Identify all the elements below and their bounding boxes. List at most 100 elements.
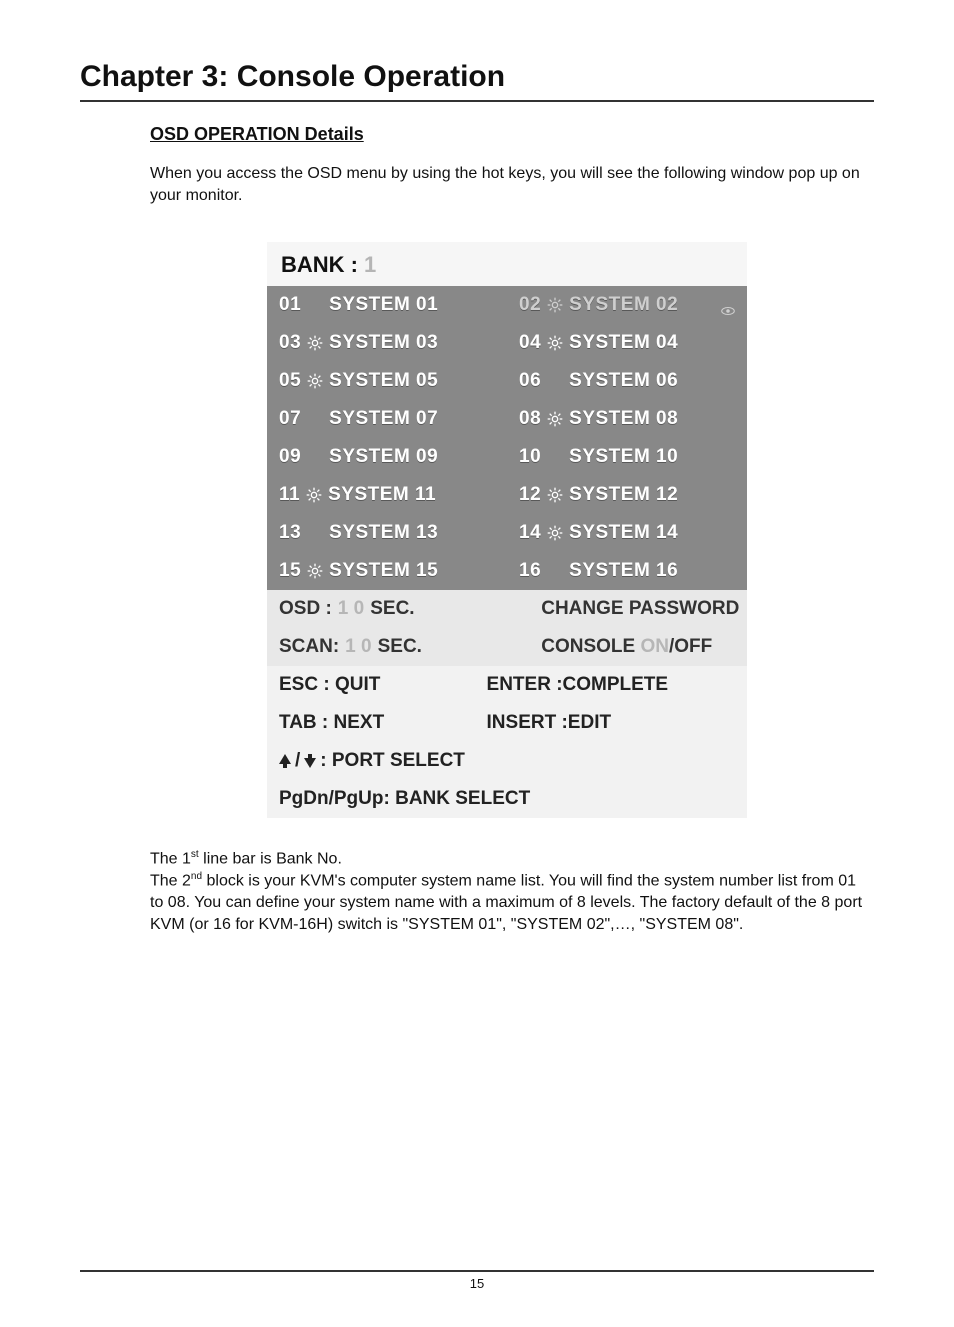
- help-esc: ESC : QUIT: [279, 674, 471, 696]
- icon-spacer: [307, 411, 323, 427]
- osd-suffix: SEC.: [370, 598, 414, 620]
- system-id: 03: [279, 332, 301, 354]
- system-id: 09: [279, 446, 301, 468]
- system-id: 06: [519, 370, 541, 392]
- system-item: 04 SYSTEM 04: [507, 324, 747, 362]
- page-number: 15: [80, 1276, 874, 1291]
- scan-suffix: SEC.: [378, 636, 422, 658]
- p2-sup: nd: [191, 871, 202, 882]
- sun-icon: [306, 487, 322, 503]
- settings-block: OSD : 1 0 SEC. CHANGE PASSWORD SCAN: 1 0…: [267, 590, 747, 666]
- system-item: 09 SYSTEM 09: [267, 438, 507, 476]
- system-id: 12: [519, 484, 541, 506]
- system-row: 03 SYSTEM 03 04 SYSTEM 04: [267, 324, 747, 362]
- system-name: SYSTEM 04: [569, 332, 735, 354]
- bank-label: BANK :: [281, 252, 358, 278]
- system-row: 13SYSTEM 1314SYSTEM 14: [267, 514, 747, 552]
- system-name: SYSTEM 11: [328, 484, 495, 506]
- system-row: 09 SYSTEM 09 10SYSTEM 10: [267, 438, 747, 476]
- scan-digit-0: 0: [361, 636, 372, 657]
- system-list: 01SYSTEM 01 02 SYSTEM 02 03 SYSTEM 03 04 SYSTE…: [267, 286, 747, 590]
- system-item: 05SYSTEM 05: [267, 362, 507, 400]
- system-id: 04: [519, 332, 541, 354]
- system-item: 06 SYSTEM 06: [507, 362, 747, 400]
- sun-icon: [547, 297, 563, 313]
- system-name: SYSTEM 06: [569, 370, 735, 392]
- osd-timeout: OSD : 1 0 SEC.: [279, 598, 525, 620]
- arrow-up-icon: [279, 754, 291, 768]
- system-item: 02 SYSTEM 02: [507, 286, 747, 324]
- console-off: /OFF: [669, 636, 712, 657]
- system-name: SYSTEM 08: [569, 408, 735, 430]
- help-bank-select: PgDn/PgUp: BANK SELECT: [267, 780, 747, 818]
- sun-icon: [307, 335, 323, 351]
- system-id: 07: [279, 408, 301, 430]
- p1-sup: st: [191, 849, 199, 860]
- sun-icon: [547, 411, 563, 427]
- system-id: 10: [519, 446, 541, 468]
- system-name: SYSTEM 05: [329, 370, 495, 392]
- sun-icon: [547, 335, 563, 351]
- osd-prefix: OSD :: [279, 598, 332, 620]
- system-name: SYSTEM 16: [569, 560, 735, 582]
- section-heading: OSD OPERATION Details: [150, 124, 864, 145]
- system-item: 01SYSTEM 01: [267, 286, 507, 324]
- system-id: 02: [519, 294, 541, 316]
- system-row: 15 SYSTEM 15 16SYSTEM 16: [267, 552, 747, 590]
- scan-prefix: SCAN:: [279, 636, 339, 658]
- system-item: 10SYSTEM 10: [507, 438, 747, 476]
- help-tab: TAB : NEXT: [279, 712, 471, 734]
- system-item: 12SYSTEM 12: [507, 476, 747, 514]
- system-item: 16SYSTEM 16: [507, 552, 747, 590]
- title-divider: [80, 100, 874, 102]
- p1-post: line bar is Bank No.: [199, 851, 342, 868]
- system-row: 07SYSTEM 07 08 SYSTEM 08: [267, 400, 747, 438]
- icon-spacer: [547, 373, 563, 389]
- help-row-1: ESC : QUIT ENTER :COMPLETE: [267, 666, 747, 704]
- system-item: 03 SYSTEM 03: [267, 324, 507, 362]
- icon-spacer: [547, 563, 563, 579]
- icon-spacer: [307, 449, 323, 465]
- system-item: 11 SYSTEM 11: [267, 476, 507, 514]
- icon-spacer: [307, 525, 323, 541]
- slash: /: [295, 750, 300, 772]
- help-enter: ENTER :COMPLETE: [487, 674, 735, 696]
- sun-icon: [307, 373, 323, 389]
- bank-bar: BANK : 1: [267, 242, 747, 286]
- footer-divider: [80, 1270, 874, 1272]
- body-line-2: The 2nd block is your KVM's computer sys…: [150, 870, 864, 935]
- page-footer: 15: [80, 1270, 874, 1291]
- system-name: SYSTEM 09: [329, 446, 495, 468]
- system-item: 07SYSTEM 07: [267, 400, 507, 438]
- help-block: ESC : QUIT ENTER :COMPLETE TAB : NEXT IN…: [267, 666, 747, 818]
- page: Chapter 3: Console Operation OSD OPERATI…: [0, 0, 954, 1327]
- scan-timeout: SCAN: 1 0 SEC.: [279, 636, 525, 658]
- system-id: 15: [279, 560, 301, 582]
- help-insert: INSERT :EDIT: [487, 712, 735, 734]
- system-name: SYSTEM 13: [329, 522, 495, 544]
- system-item: 13 SYSTEM 13: [267, 514, 507, 552]
- system-id: 08: [519, 408, 541, 430]
- scan-digit-1: 1: [345, 636, 356, 657]
- help-row-2: TAB : NEXT INSERT :EDIT: [267, 704, 747, 742]
- bank-select-label: PgDn/PgUp: BANK SELECT: [279, 788, 530, 810]
- body-paragraphs: The 1st line bar is Bank No. The 2nd blo…: [150, 848, 864, 935]
- system-row: 01SYSTEM 01 02 SYSTEM 02: [267, 286, 747, 324]
- system-id: 13: [279, 522, 301, 544]
- system-name: SYSTEM 15: [329, 560, 495, 582]
- system-name: SYSTEM 01: [329, 294, 495, 316]
- arrow-down-icon: [304, 754, 316, 768]
- system-name: SYSTEM 02: [569, 294, 715, 316]
- system-id: 14: [519, 522, 541, 544]
- sun-icon: [547, 487, 563, 503]
- sun-icon: [547, 525, 563, 541]
- console-on: ON: [640, 636, 669, 657]
- icon-spacer: [547, 449, 563, 465]
- change-password-label: CHANGE PASSWORD: [541, 598, 739, 620]
- bank-number: 1: [364, 252, 376, 278]
- sun-icon: [307, 563, 323, 579]
- system-name: SYSTEM 03: [329, 332, 495, 354]
- settings-row-2: SCAN: 1 0 SEC. CONSOLE ON/OFF: [267, 628, 747, 666]
- system-row: 05SYSTEM 05 06 SYSTEM 06: [267, 362, 747, 400]
- system-id: 11: [279, 484, 300, 506]
